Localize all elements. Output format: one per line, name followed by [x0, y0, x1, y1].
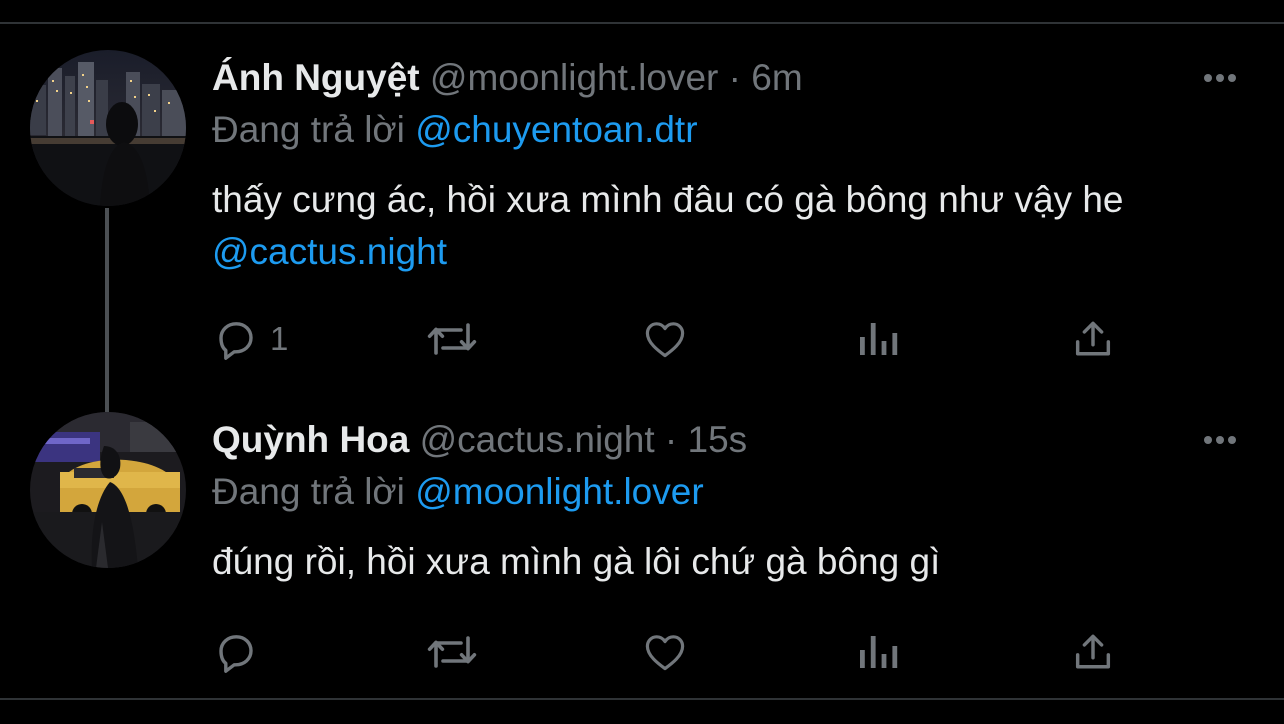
like-icon: [645, 635, 685, 671]
share-button[interactable]: [1070, 313, 1116, 365]
display-name[interactable]: Ánh Nguyệt: [212, 57, 420, 98]
more-options-icon[interactable]: [1196, 428, 1244, 452]
reply-icon: [219, 322, 253, 360]
replying-to-label: Đang trả lời: [212, 109, 405, 150]
reply-button[interactable]: 1: [212, 313, 288, 365]
user-handle[interactable]: @cactus.night: [420, 419, 655, 460]
timestamp[interactable]: 15s: [688, 419, 748, 460]
reply-button[interactable]: [212, 626, 270, 678]
tweet-text: đúng rồi, hồi xưa mình gà lôi chứ gà bôn…: [212, 536, 1252, 588]
like-icon: [645, 322, 685, 358]
bottom-divider: [0, 698, 1284, 700]
user-handle[interactable]: @moonlight.lover: [430, 57, 718, 98]
views-button[interactable]: [856, 626, 900, 678]
views-button[interactable]: [856, 313, 900, 365]
tweet-header: Ánh Nguyệt @moonlight.lover · 6m: [212, 54, 803, 102]
replying-to: Đang trả lời @chuyentoan.dtr: [212, 106, 698, 154]
thread-connector-line: [105, 208, 109, 412]
reply-icon: [219, 635, 253, 673]
share-button[interactable]: [1070, 626, 1116, 678]
like-button[interactable]: [640, 313, 690, 365]
display-name[interactable]: Quỳnh Hoa: [212, 419, 409, 460]
retweet-icon: [427, 636, 477, 668]
share-icon: [1075, 321, 1111, 356]
header-separator: ·: [664, 419, 678, 460]
tweet-actions: [212, 626, 1132, 678]
retweet-button[interactable]: [424, 313, 480, 365]
like-button[interactable]: [640, 626, 690, 678]
replying-to-label: Đang trả lời: [212, 471, 405, 512]
tweet-body: đúng rồi, hồi xưa mình gà lôi chứ gà bôn…: [212, 541, 941, 582]
avatar-quynh-hoa[interactable]: [30, 412, 186, 568]
tweet-mention[interactable]: @cactus.night: [212, 231, 447, 272]
retweet-icon: [427, 323, 477, 355]
share-icon: [1075, 634, 1111, 669]
avatar-anh-nguyet[interactable]: [30, 50, 186, 206]
top-divider: [0, 22, 1284, 24]
views-icon: [860, 636, 898, 668]
timestamp[interactable]: 6m: [751, 57, 802, 98]
replying-to-handle[interactable]: @moonlight.lover: [415, 471, 703, 512]
replying-to: Đang trả lời @moonlight.lover: [212, 468, 704, 516]
replying-to-handle[interactable]: @chuyentoan.dtr: [415, 109, 697, 150]
tweet-actions: 1: [212, 313, 1132, 365]
more-options-icon[interactable]: [1196, 66, 1244, 90]
header-separator: ·: [728, 57, 741, 98]
tweet-text: thấy cưng ác, hồi xưa mình đâu có gà bôn…: [212, 174, 1252, 278]
reply-count: 1: [270, 320, 289, 357]
retweet-button[interactable]: [424, 626, 480, 678]
tweet-header: Quỳnh Hoa @cactus.night · 15s: [212, 416, 747, 464]
views-icon: [860, 323, 898, 355]
tweet-body: thấy cưng ác, hồi xưa mình đâu có gà bôn…: [212, 179, 1124, 220]
